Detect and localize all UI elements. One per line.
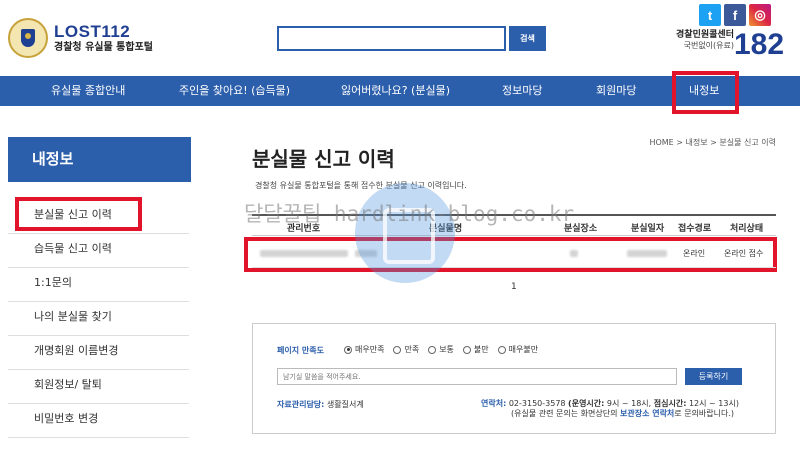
table-row[interactable]: 온라인 온라인 접수 [252, 236, 776, 268]
search-button[interactable]: 검색 [509, 26, 546, 51]
call-center-sub: 국번없이(유료) [683, 40, 734, 50]
radio-icon [393, 345, 402, 354]
satisfaction-box: 페이지 만족도 매우만족 만족 보통 불만 매우불만 등록하기 자료관리담당: … [252, 323, 776, 434]
option-neutral[interactable]: 보통 [428, 344, 454, 355]
facebook-icon[interactable]: f [724, 4, 746, 26]
instagram-icon[interactable]: ◎ [749, 4, 771, 26]
blurred-id [260, 250, 348, 257]
sidebar-menu: 분실물 신고 이력 습득물 신고 이력 1:1문의 나의 분실물 찾기 개명회원… [8, 200, 189, 438]
nav-item-members[interactable]: 회원마당 [596, 76, 636, 106]
sidebar-item-member-info[interactable]: 회원정보/ 탈퇴 [8, 370, 189, 404]
highlight-box-nav [672, 71, 739, 114]
blurred-date [627, 250, 667, 257]
police-emblem-icon [8, 18, 48, 58]
nav-item-found[interactable]: 주인을 찾아요! (습득물) [179, 76, 290, 106]
search-input[interactable] [277, 26, 506, 51]
pagination-page-1[interactable]: 1 [511, 282, 517, 292]
radio-icon [344, 345, 352, 354]
sidebar-item-rename[interactable]: 개명회원 이름변경 [8, 336, 189, 370]
logo-subtitle: 경찰청 유실물 통합포털 [54, 42, 153, 53]
breadcrumb[interactable]: HOME > 내정보 > 분실물 신고 이력 [649, 137, 776, 148]
col-header-status: 처리상태 [730, 224, 764, 234]
page-title: 분실물 신고 이력 [252, 147, 395, 171]
radio-icon [462, 345, 471, 354]
row-status: 온라인 접수 [724, 249, 764, 258]
option-very-dissatisfied[interactable]: 매우불만 [497, 344, 538, 355]
sidebar-item-password[interactable]: 비밀번호 변경 [8, 404, 189, 438]
logo-title: LOST112 [54, 22, 131, 41]
option-very-satisfied[interactable]: 매우만족 [344, 344, 384, 355]
contact-info: 연락처: 02-3150-3578 (운영시간: 9시 ~ 18시, 점심시간:… [481, 399, 739, 419]
radio-icon [497, 345, 506, 354]
call-center-number: 182 [734, 28, 785, 61]
highlight-box-sidebar [15, 197, 142, 231]
radio-icon [428, 345, 437, 354]
sidebar-item-inquiry[interactable]: 1:1문의 [8, 268, 189, 302]
col-header-route: 접수경로 [678, 224, 712, 234]
sidebar-title: 내정보 [8, 137, 191, 182]
blurred-place [570, 250, 578, 257]
page-description: 경찰청 유실물 통합포털을 통해 접수한 분실물 신고 이력입니다. [255, 181, 467, 190]
site-logo[interactable]: LOST112 경찰청 유실물 통합포털 [8, 18, 153, 58]
satisfaction-options: 매우만족 만족 보통 불만 매우불만 [344, 344, 538, 355]
call-center-label: 경찰민원콜센터 [676, 30, 734, 40]
sns-links: t f ◎ [699, 4, 771, 26]
option-dissatisfied[interactable]: 불만 [462, 344, 489, 355]
sidebar-item-found-history[interactable]: 습득물 신고 이력 [8, 234, 189, 268]
storage-contact-link[interactable]: 보관장소 연락처 [620, 409, 674, 418]
site-header: LOST112 경찰청 유실물 통합포털 검색 t f ◎ 경찰민원콜센터 국번… [0, 0, 800, 76]
option-satisfied[interactable]: 만족 [393, 344, 419, 355]
feedback-input[interactable] [277, 368, 677, 385]
manager-info: 자료관리담당: 생활질서계 [277, 400, 364, 409]
nav-item-lost[interactable]: 잃어버렸나요? (분실물) [341, 76, 450, 106]
twitter-icon[interactable]: t [699, 4, 721, 26]
search-bar: 검색 [277, 26, 546, 51]
nav-item-info[interactable]: 정보마당 [502, 76, 542, 106]
call-center: 경찰민원콜센터 국번없이(유료) [664, 30, 734, 50]
feedback-submit-button[interactable]: 등록하기 [685, 368, 742, 385]
sidebar-item-find-lost[interactable]: 나의 분실물 찾기 [8, 302, 189, 336]
row-route: 온라인 [683, 249, 706, 258]
col-header-date: 분실일자 [631, 224, 665, 234]
watermark: 달달꿀팁 hardlink-blog.co.kr [244, 202, 575, 226]
satisfaction-label: 페이지 만족도 [277, 346, 324, 355]
nav-item-guide[interactable]: 유실물 종합안내 [51, 76, 125, 106]
